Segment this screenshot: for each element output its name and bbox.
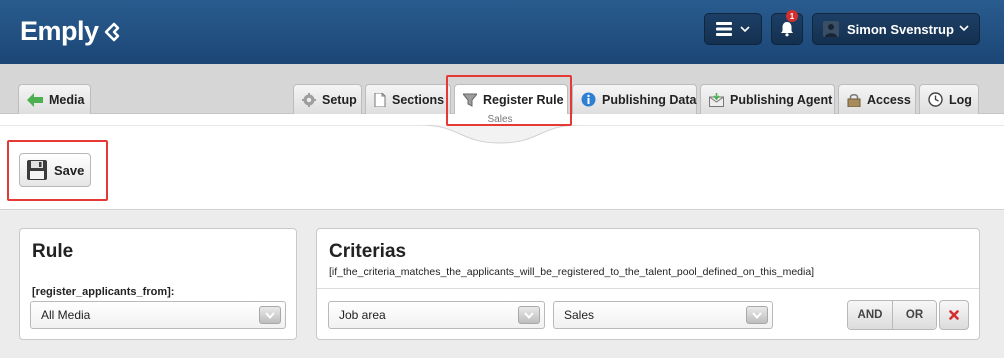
close-icon <box>949 310 959 320</box>
rule-panel: Rule [register_applicants_from]: All Med… <box>19 228 297 340</box>
register-from-select[interactable]: All Media <box>30 301 286 329</box>
clock-icon <box>928 92 943 107</box>
chevron-down-icon <box>518 306 540 324</box>
document-icon <box>374 92 386 107</box>
app-header: Emply 1 Simon Svenstrup <box>0 0 1004 64</box>
tab-label: Access <box>867 92 911 107</box>
notifications-button[interactable]: 1 <box>771 10 803 45</box>
tab-back-media[interactable]: Media <box>18 84 91 114</box>
panel-title: Rule <box>32 241 74 262</box>
criteria-value-select[interactable]: Sales <box>553 301 773 329</box>
select-value: All Media <box>41 308 91 322</box>
divider <box>317 288 979 289</box>
select-value: Sales <box>564 308 595 322</box>
delete-criteria-button[interactable] <box>939 300 969 330</box>
field-label: [register_applicants_from]: <box>32 286 175 298</box>
highlight-register-rule <box>446 75 572 126</box>
logo-mark-icon <box>104 22 119 41</box>
tab-log[interactable]: Log <box>919 84 979 114</box>
menu-icon <box>716 22 732 36</box>
tab-sections[interactable]: Sections <box>365 84 451 114</box>
logo[interactable]: Emply <box>20 16 125 47</box>
and-button[interactable]: AND <box>848 301 892 329</box>
user-name: Simon Svenstrup <box>847 21 954 37</box>
info-icon <box>581 92 596 107</box>
select-value: Job area <box>339 308 386 322</box>
tab-label: Sections <box>392 92 445 107</box>
tab-label: Setup <box>322 92 357 107</box>
lock-icon <box>847 93 861 107</box>
back-arrow-icon <box>27 92 43 107</box>
chevron-down-icon <box>259 306 281 324</box>
logic-toggle: AND OR <box>847 300 937 330</box>
chevron-down-icon <box>746 306 768 324</box>
tab-access[interactable]: Access <box>838 84 916 114</box>
tab-publishing-data[interactable]: Publishing Data <box>572 84 697 114</box>
tab-publishing-agent[interactable]: Publishing Agent <box>700 84 835 114</box>
tab-setup[interactable]: Setup <box>293 84 362 114</box>
main-menu-button[interactable] <box>704 13 762 45</box>
criteria-description: [if_the_criteria_matches_the_applicants_… <box>329 266 815 278</box>
logo-text: Emply <box>20 16 99 46</box>
criteria-field-select[interactable]: Job area <box>328 301 545 329</box>
gear-icon <box>302 92 316 107</box>
tab-label: Media <box>49 92 85 107</box>
section-curve <box>0 125 1004 144</box>
agent-icon <box>709 92 724 107</box>
highlight-save <box>7 140 108 201</box>
notification-badge: 1 <box>786 10 798 22</box>
bell-icon <box>781 22 793 37</box>
tab-label: Publishing Agent <box>730 92 833 107</box>
chevron-down-icon <box>740 26 750 33</box>
tab-label: Log <box>949 92 972 107</box>
panel-title: Criterias <box>329 241 407 262</box>
tab-label: Publishing Data <box>602 92 697 107</box>
criteria-panel: Criterias [if_the_criteria_matches_the_a… <box>316 228 980 340</box>
chevron-down-icon <box>959 25 969 32</box>
user-icon <box>823 21 839 37</box>
user-menu-button[interactable]: Simon Svenstrup <box>812 13 980 45</box>
or-button[interactable]: OR <box>892 301 936 329</box>
